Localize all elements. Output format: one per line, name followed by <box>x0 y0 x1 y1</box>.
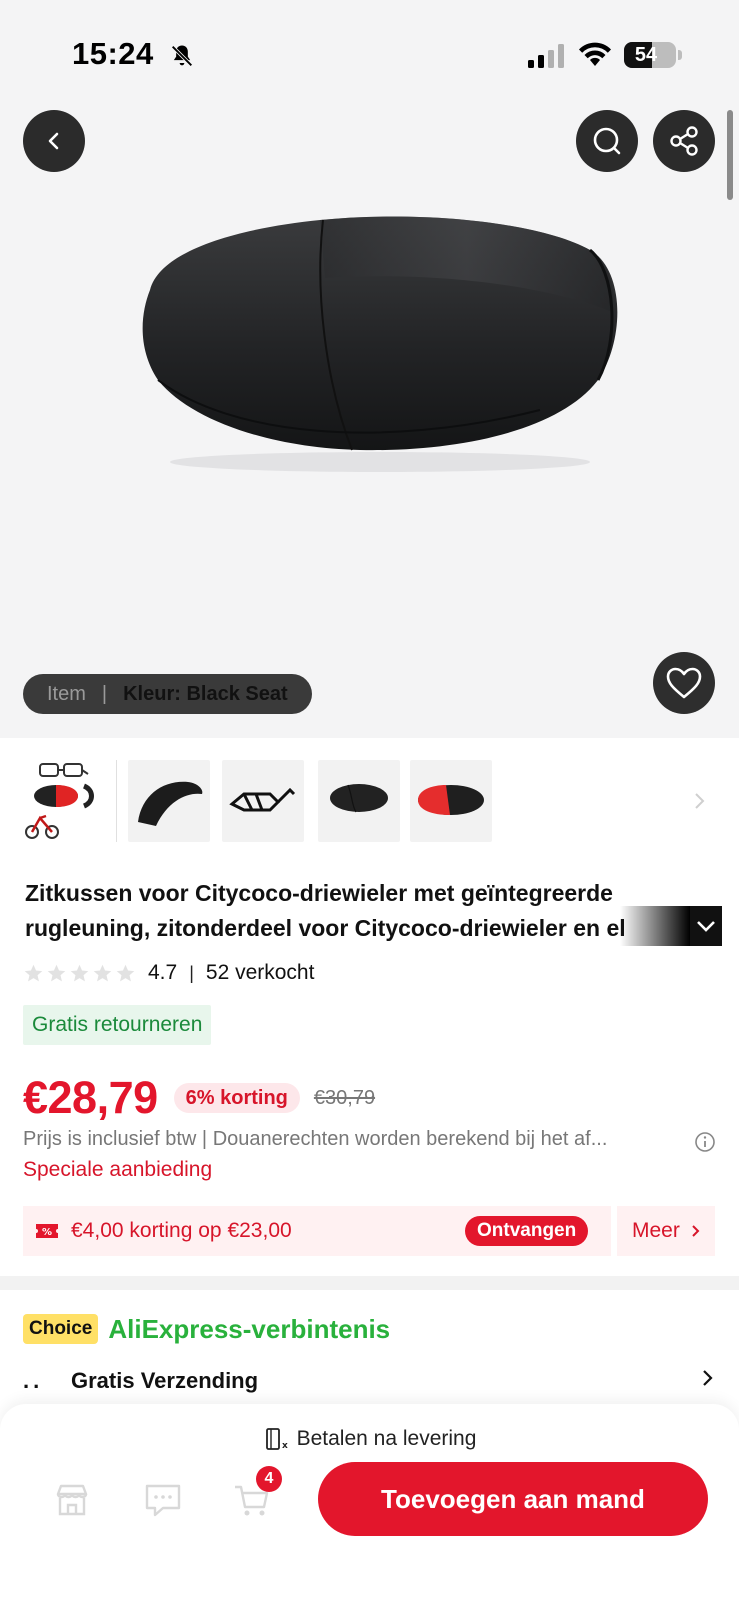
chat-icon[interactable] <box>143 1480 183 1520</box>
sku-item-label: Item <box>47 682 86 705</box>
claim-coupon-button[interactable]: Ontvangen <box>465 1216 589 1246</box>
tax-note: Prijs is inclusief btw | Douanerechten w… <box>23 1128 608 1150</box>
star-icon <box>93 964 112 981</box>
heart-icon <box>666 667 702 699</box>
bell-off-icon <box>171 45 193 67</box>
add-to-cart-button[interactable]: Toevoegen aan mand <box>318 1462 708 1536</box>
back-button[interactable] <box>23 110 85 172</box>
thumbnail-3[interactable] <box>222 760 304 842</box>
free-shipping-row[interactable]: .. Gratis Verzending <box>23 1364 715 1398</box>
product-title-line-1: Zitkussen voor Citycoco-driewieler met g… <box>25 880 613 906</box>
current-price: €28,79 <box>23 1072 158 1123</box>
chevron-right-icon[interactable] <box>690 786 710 816</box>
thumbnail-image-seat <box>330 784 388 813</box>
thumbnail-divider <box>116 760 117 842</box>
share-button[interactable] <box>653 110 715 172</box>
chevron-down-icon <box>697 921 715 932</box>
sku-color-label: Kleur: Black Seat <box>123 682 288 705</box>
rating-row[interactable]: 4.7 | 52 verkocht <box>23 958 314 988</box>
product-image-seat <box>142 216 618 472</box>
coupon-text: €4,00 korting op €23,00 <box>71 1219 292 1242</box>
coupon-icon: % <box>36 1224 58 1238</box>
battery-tip <box>678 50 682 60</box>
svg-text:%: % <box>42 1227 52 1238</box>
thumbnail-image-rack <box>229 787 296 812</box>
pay-later-icon: x <box>265 1428 288 1451</box>
thumbnail-image-fender <box>138 781 203 826</box>
signal-icon <box>528 44 564 68</box>
special-offer-label: Speciale aanbieding <box>23 1158 213 1181</box>
choice-title: AliExpress-verbintenis <box>108 1313 391 1344</box>
rating-stars <box>23 963 136 984</box>
status-bar: 15:24 54 <box>0 0 739 100</box>
page-scrollbar[interactable] <box>727 110 733 200</box>
rating-separator: | <box>189 962 194 983</box>
free-returns-badge[interactable]: Gratis retourneren <box>23 1005 212 1045</box>
battery-indicator: 54 <box>624 42 676 68</box>
wifi-icon <box>579 42 611 66</box>
cart-count-badge: 4 <box>256 1466 282 1492</box>
thumbnail-2[interactable] <box>128 760 210 842</box>
share-icon <box>670 126 698 156</box>
coupon-bar[interactable]: % €4,00 korting op €23,00 Ontvangen <box>23 1206 611 1256</box>
free-shipping-label: Gratis Verzending <box>71 1368 259 1393</box>
rating-value: 4.7 <box>148 961 178 984</box>
pay-later-label: Betalen na levering <box>296 1427 477 1450</box>
original-price: €30,79 <box>313 1086 376 1109</box>
star-icon <box>70 964 89 981</box>
thumbnail-1[interactable] <box>22 760 104 842</box>
sku-selector-pill[interactable]: Item | Kleur: Black Seat <box>23 674 312 714</box>
thumbnail-image-accessories <box>25 763 94 839</box>
sold-count: 52 verkocht <box>205 961 315 984</box>
star-icon <box>116 964 135 981</box>
more-coupons-button[interactable]: Meer <box>617 1206 715 1256</box>
svg-text:x: x <box>282 1441 288 1451</box>
chevron-right-icon <box>703 1370 713 1386</box>
thumbnail-4[interactable] <box>318 760 400 842</box>
store-icon[interactable] <box>52 1480 92 1520</box>
product-title-line-2: rugleuning, zitonderdeel voor Citycoco-d… <box>25 915 626 941</box>
shipping-dots: .. <box>23 1368 44 1393</box>
more-label: Meer <box>632 1219 680 1242</box>
product-image-gallery[interactable]: 15:24 54 Item | Kleur: Black Seat <box>0 0 739 738</box>
pay-later-row[interactable]: x Betalen na levering <box>0 1424 739 1454</box>
battery-level: 54 <box>634 44 658 66</box>
section-divider <box>0 1276 739 1290</box>
title-fade <box>620 906 690 946</box>
thumbnail-5[interactable] <box>410 760 492 842</box>
sku-separator: | <box>101 682 108 705</box>
thumbnail-image-seat-red <box>418 785 484 815</box>
product-title: Zitkussen voor Citycoco-driewieler met g… <box>25 876 715 946</box>
star-icon <box>24 964 43 981</box>
chevron-right-icon <box>692 1225 700 1237</box>
search-button[interactable] <box>576 110 638 172</box>
wishlist-button[interactable] <box>653 652 715 714</box>
choice-badge: Choice <box>23 1314 99 1344</box>
choice-commitment-header: Choice AliExpress-verbintenis <box>23 1312 390 1346</box>
price-row: €28,79 6% korting €30,79 <box>23 1070 375 1126</box>
back-icon <box>48 132 59 150</box>
search-icon <box>593 127 621 155</box>
star-icon <box>47 964 66 981</box>
bottom-action-bar: x Betalen na levering 4 Toevoegen aan ma… <box>0 1404 739 1600</box>
status-time: 15:24 <box>72 36 154 71</box>
discount-badge: 6% korting <box>173 1083 300 1113</box>
info-icon[interactable] <box>694 1131 716 1153</box>
expand-title-button[interactable] <box>690 906 722 946</box>
thumbnail-strip[interactable] <box>0 760 739 852</box>
